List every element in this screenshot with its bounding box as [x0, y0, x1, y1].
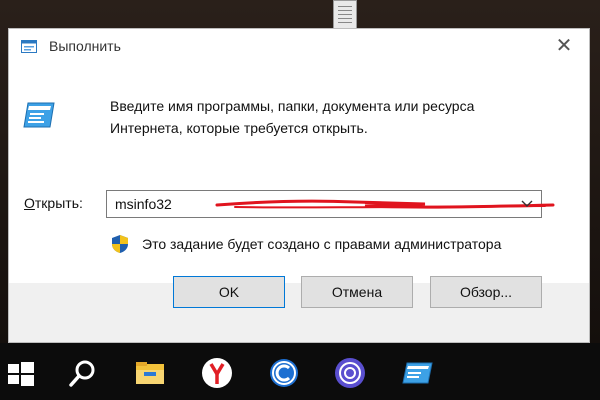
title-bar[interactable]: Выполнить ✕	[9, 29, 589, 63]
search-icon[interactable]	[67, 357, 99, 389]
desktop-document-icon[interactable]	[333, 0, 357, 30]
yandex-browser-icon[interactable]	[201, 357, 233, 389]
open-label-accel: О	[24, 195, 35, 211]
windows-start-icon[interactable]	[4, 357, 36, 389]
open-combobox[interactable]: msinfo32	[106, 190, 555, 218]
close-button[interactable]: ✕	[553, 35, 575, 57]
cancel-button[interactable]: Отмена	[301, 276, 413, 308]
run-app-icon	[23, 102, 55, 128]
instructions-text: Введите имя программы, папки, документа …	[110, 98, 475, 136]
open-label-rest: ткрыть:	[34, 195, 83, 211]
open-label: Открыть:	[24, 195, 83, 211]
window-title: Выполнить	[49, 38, 121, 54]
open-input[interactable]: msinfo32	[115, 196, 172, 212]
run-window-icon	[21, 40, 37, 53]
admin-note: Это задание будет создано с правами адми…	[142, 236, 502, 252]
ok-button[interactable]: OK	[173, 276, 285, 308]
run-app-icon[interactable]	[401, 357, 433, 389]
file-explorer-icon[interactable]	[134, 357, 166, 389]
run-dialog: Выполнить ✕ Введите имя программы, папки…	[8, 28, 590, 343]
ccleaner-icon[interactable]	[268, 357, 300, 389]
uac-shield-icon	[112, 235, 128, 253]
taskbar	[0, 343, 600, 400]
dialog-content: Введите имя программы, папки, документа …	[9, 63, 589, 283]
red-annotation-mark	[215, 199, 555, 209]
browse-button[interactable]: Обзор...	[430, 276, 542, 308]
bittorrent-icon[interactable]	[334, 357, 366, 389]
chevron-down-icon[interactable]	[520, 197, 534, 211]
